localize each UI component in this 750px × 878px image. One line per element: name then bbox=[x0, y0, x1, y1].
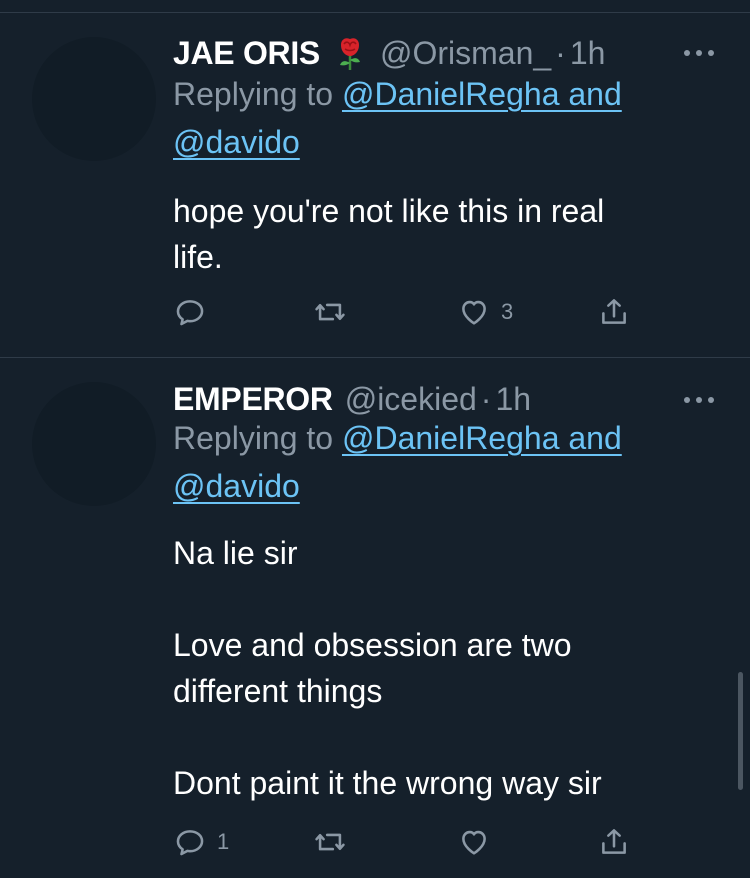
tweet-text: hope you're not like this in real life. bbox=[173, 193, 605, 275]
handle[interactable]: @Orisman_ bbox=[380, 35, 551, 72]
avatar[interactable] bbox=[32, 382, 156, 506]
reply-count: 1 bbox=[217, 829, 230, 854]
tweet[interactable]: EMPEROR @icekied · 1h Replying to @Danie… bbox=[0, 358, 750, 878]
more-icon[interactable] bbox=[684, 48, 714, 58]
share-icon bbox=[602, 829, 626, 854]
heart-icon bbox=[462, 830, 486, 855]
mention-link[interactable]: @DanielRegha and bbox=[342, 76, 622, 112]
retweet-icon bbox=[315, 303, 345, 321]
more-icon[interactable] bbox=[684, 395, 714, 405]
retweet-button[interactable] bbox=[313, 292, 357, 332]
share-icon bbox=[602, 299, 626, 324]
replying-to: Replying to @DanielRegha and @davido bbox=[173, 70, 693, 166]
tweet-header: EMPEROR @icekied · 1h bbox=[173, 379, 531, 419]
display-name[interactable]: JAE ORIS bbox=[173, 35, 320, 72]
avatar[interactable] bbox=[32, 37, 156, 161]
timestamp[interactable]: 1h bbox=[570, 35, 606, 72]
display-name[interactable]: EMPEROR bbox=[173, 381, 333, 418]
tweet-actions: 1 bbox=[173, 822, 643, 862]
retweet-button[interactable] bbox=[313, 822, 357, 862]
replying-to: Replying to @DanielRegha and @davido bbox=[173, 414, 693, 510]
scrollbar[interactable] bbox=[738, 672, 743, 790]
tweet[interactable]: JAE ORIS @Orisman_ · 1h Replying to @Dan… bbox=[0, 13, 750, 357]
reply-icon bbox=[176, 830, 204, 856]
reply-button[interactable]: 1 bbox=[173, 822, 229, 862]
like-button[interactable]: 3 bbox=[457, 292, 513, 332]
replying-to-label: Replying to bbox=[173, 420, 342, 456]
timestamp[interactable]: 1h bbox=[495, 381, 531, 418]
tweet-header: JAE ORIS @Orisman_ · 1h bbox=[173, 33, 605, 73]
reply-button[interactable] bbox=[173, 292, 217, 332]
replying-to-label: Replying to bbox=[173, 76, 342, 112]
like-count: 3 bbox=[501, 299, 514, 324]
share-button[interactable] bbox=[597, 292, 631, 332]
separator-dot: · bbox=[555, 34, 566, 71]
handle[interactable]: @icekied bbox=[345, 381, 477, 418]
mention-link[interactable]: @davido bbox=[173, 124, 300, 160]
separator-dot: · bbox=[480, 380, 492, 417]
mention-link[interactable]: @davido bbox=[173, 468, 300, 504]
like-button[interactable] bbox=[457, 822, 501, 862]
tweet-actions: 3 bbox=[173, 292, 643, 332]
reply-icon bbox=[176, 300, 204, 326]
mention-link[interactable]: @DanielRegha and bbox=[342, 420, 622, 456]
retweet-icon bbox=[315, 833, 345, 851]
share-button[interactable] bbox=[597, 822, 631, 862]
rose-emoji-icon bbox=[339, 38, 360, 70]
heart-icon bbox=[462, 300, 486, 325]
tweet-text: Na lie sir Love and obsession are two di… bbox=[173, 535, 602, 801]
